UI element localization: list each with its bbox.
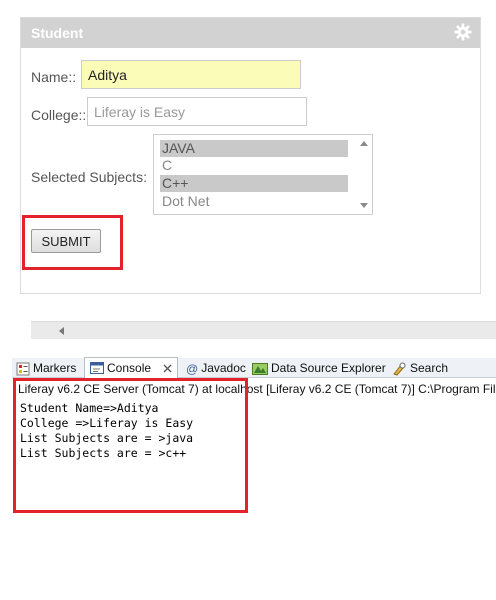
tab-label: Javadoc <box>201 361 246 375</box>
views-tab-bar: Markers Console @ Javadoc Data Source Exp… <box>12 357 496 378</box>
scroll-up-arrow-icon[interactable] <box>360 141 368 146</box>
subject-option[interactable]: JAVA <box>160 140 348 157</box>
tab-markers[interactable]: Markers <box>16 358 76 378</box>
subject-option[interactable]: C <box>160 157 348 174</box>
tab-label: Console <box>107 361 152 375</box>
subjects-listbox[interactable]: JAVA C C++ Dot Net <box>153 134 373 215</box>
portlet-header: Student <box>21 18 480 48</box>
name-label: Name:: <box>31 69 77 85</box>
horizontal-scrollbar[interactable] <box>31 321 496 339</box>
gear-icon[interactable] <box>454 23 472 41</box>
tab-console[interactable]: Console <box>84 357 178 378</box>
close-icon[interactable] <box>163 364 172 373</box>
portlet-title: Student <box>31 25 84 41</box>
highlight-box-submit <box>22 215 123 270</box>
highlight-box-console <box>13 378 248 513</box>
search-icon <box>393 362 406 376</box>
college-input[interactable] <box>87 97 307 126</box>
at-icon: @ <box>186 361 199 376</box>
name-input[interactable] <box>81 60 301 89</box>
subject-option[interactable]: Dot Net <box>160 193 348 210</box>
tab-label: Markers <box>33 361 77 375</box>
subjects-label: Selected Subjects: <box>31 169 147 185</box>
markers-icon <box>16 362 30 376</box>
tab-label: Data Source Explorer <box>271 361 386 375</box>
tab-label: Search <box>410 361 449 375</box>
tab-data-source-explorer[interactable]: Data Source Explorer <box>252 358 386 378</box>
listbox-scrollbar[interactable] <box>356 135 372 214</box>
college-label: College:: <box>31 107 87 123</box>
tab-javadoc[interactable]: @ Javadoc <box>186 358 246 378</box>
console-icon <box>90 362 104 375</box>
scroll-down-arrow-icon[interactable] <box>360 203 368 208</box>
scroll-left-arrow-icon[interactable] <box>59 327 64 335</box>
data-source-icon <box>252 362 268 375</box>
subject-option[interactable]: C++ <box>160 175 348 192</box>
tab-search[interactable]: Search <box>392 358 448 378</box>
